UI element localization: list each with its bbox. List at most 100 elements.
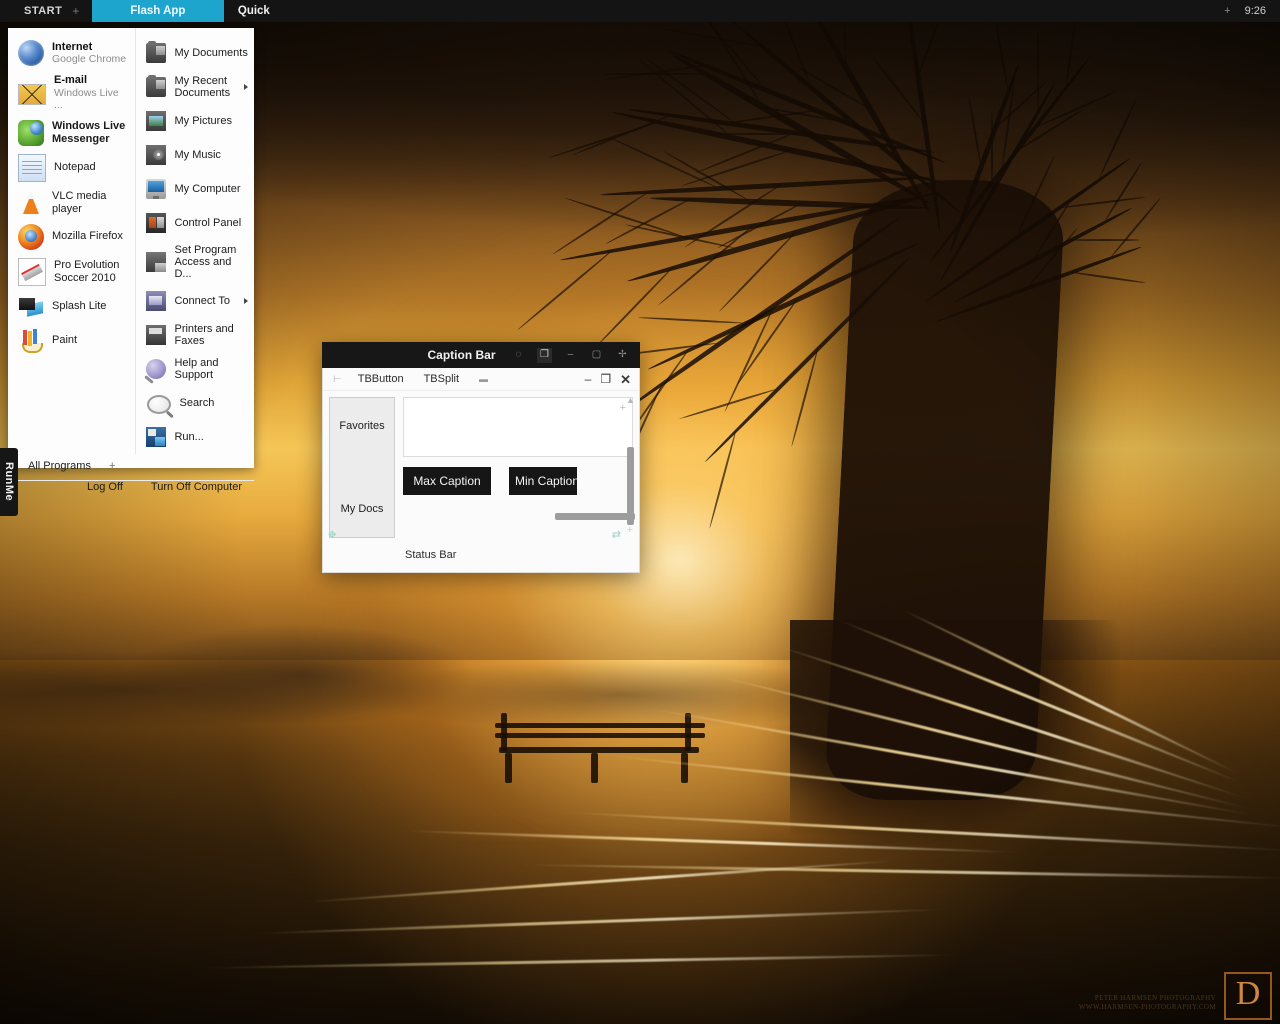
- window-toolbar: ⊢ TBButton TBSplit ▬ – ❐ ✕: [323, 368, 639, 391]
- start-menu-item-splash-lite[interactable]: Splash Lite: [8, 290, 135, 324]
- start-menu-item-my-documents[interactable]: My Documents: [136, 36, 254, 70]
- start-menu-item-label: Run...: [174, 431, 204, 443]
- toolbar-grip-icon[interactable]: ⊢: [327, 374, 348, 385]
- start-menu-item-title: Notepad: [54, 161, 96, 174]
- taskbar-item-quick[interactable]: Quick: [224, 0, 284, 22]
- vertical-scrollbar[interactable]: ▲: [625, 395, 636, 525]
- caption-help-icon[interactable]: ◌: [511, 348, 526, 363]
- music-folder-icon: [146, 145, 167, 165]
- start-menu-item-label: My Computer: [174, 183, 241, 195]
- min-caption-button[interactable]: Min Caption: [509, 467, 577, 495]
- recent-documents-folder-icon: [146, 75, 167, 97]
- status-move-icon[interactable]: ✥: [328, 530, 336, 541]
- status-resize-icon[interactable]: ⇄: [612, 528, 621, 541]
- start-menu-item-title: E-mail: [54, 74, 88, 86]
- start-menu-item-run[interactable]: Run...: [136, 420, 254, 454]
- notepad-icon: [18, 153, 46, 182]
- start-menu-item-search[interactable]: Search: [136, 386, 254, 420]
- start-menu-item-subtitle: Google Chrome: [52, 53, 127, 65]
- start-menu-item-text: Internet Google Chrome: [52, 41, 126, 66]
- caption-restore-icon[interactable]: ❐: [537, 347, 552, 363]
- side-panel-item-my-docs[interactable]: My Docs: [330, 481, 394, 537]
- branch: [1069, 238, 1140, 241]
- caption-minimize-icon[interactable]: –: [563, 348, 578, 363]
- inner-window: ⊢ TBButton TBSplit ▬ – ❐ ✕ Favorites My Do…: [322, 368, 640, 573]
- start-menu-item-internet[interactable]: Internet Google Chrome: [8, 36, 135, 70]
- button-row: Max Caption Min Caption: [403, 467, 633, 495]
- start-menu-item-notepad[interactable]: Notepad: [8, 150, 135, 186]
- taskbar-item-flash-app[interactable]: Flash App: [91, 0, 224, 22]
- log-off-button[interactable]: Log Off: [87, 481, 123, 493]
- branch: [990, 110, 993, 192]
- window-restore-icon[interactable]: ❐: [600, 373, 611, 385]
- start-menu-item-windows-live-messenger[interactable]: Windows Live Messenger: [8, 116, 135, 150]
- scroll-up-arrow-icon[interactable]: ▲: [626, 395, 635, 405]
- splash-icon: [18, 294, 44, 320]
- start-menu-item-pro-evolution-soccer-2010[interactable]: Pro Evolution Soccer 2010: [8, 254, 135, 290]
- taskbar-spacer: [284, 0, 1224, 22]
- status-plus-icon[interactable]: +: [627, 524, 633, 536]
- side-panel: Favorites My Docs: [329, 397, 395, 538]
- caption-maximize-icon[interactable]: ▢: [589, 348, 604, 363]
- start-menu-item-control-panel[interactable]: Control Panel: [136, 206, 254, 240]
- tray-plus-icon[interactable]: +: [1224, 5, 1230, 17]
- start-menu-item-set-program-access-and-d[interactable]: Set Program Access and D...: [136, 240, 254, 284]
- branch: [1036, 31, 1039, 112]
- window-minimize-icon[interactable]: –: [585, 373, 592, 385]
- toolbar-tbbutton[interactable]: TBButton: [348, 373, 414, 385]
- caption-bar[interactable]: Caption Bar ◌ ❐ – ▢ ✢: [322, 342, 640, 368]
- start-menu-item-text: Windows Live Messenger: [52, 120, 129, 145]
- toolbar-tbsplit[interactable]: TBSplit: [414, 373, 469, 385]
- help-support-icon: [146, 359, 167, 379]
- start-menu-columns: Internet Google Chrome E-mail Windows Live …: [8, 28, 254, 454]
- max-caption-button[interactable]: Max Caption: [403, 467, 491, 495]
- start-menu-item-text: E-mail Windows Live ...: [54, 74, 129, 112]
- park-bench: [495, 705, 715, 790]
- start-menu-item-my-computer[interactable]: My Computer: [136, 172, 254, 206]
- start-menu-item-vlc-media-player[interactable]: VLC media player: [8, 186, 135, 220]
- light-streak: [250, 907, 950, 936]
- caption-close-icon[interactable]: ✢: [615, 348, 630, 363]
- start-menu-item-connect-to[interactable]: Connect To: [136, 284, 254, 318]
- start-menu-item-label: Printers and Faxes: [174, 323, 234, 347]
- taskbar: START + Flash App Quick + 9:26: [0, 0, 1280, 22]
- start-menu-item-mozilla-firefox[interactable]: Mozilla Firefox: [8, 220, 135, 254]
- caption-bar-title: Caption Bar: [427, 348, 496, 362]
- start-menu-item-title: VLC media player: [52, 190, 107, 215]
- window-control-buttons: – ❐ ✕: [585, 373, 639, 386]
- all-programs-button[interactable]: All Programs +: [8, 454, 254, 480]
- application-window[interactable]: Caption Bar ◌ ❐ – ▢ ✢ ⊢ TBButton TBSplit ▬ –…: [322, 342, 640, 573]
- toolbar-overflow-icon[interactable]: ▬: [469, 374, 499, 384]
- start-menu-item-title: Paint: [52, 334, 78, 347]
- start-menu-item-printers-and-faxes[interactable]: Printers and Faxes: [136, 318, 254, 352]
- start-button[interactable]: START +: [0, 0, 92, 22]
- taskbar-clock[interactable]: 9:26: [1245, 5, 1266, 17]
- edit-box[interactable]: +: [403, 397, 633, 457]
- side-panel-item-favorites[interactable]: Favorites: [330, 398, 394, 454]
- firefox-icon: [18, 223, 44, 250]
- start-menu-item-paint[interactable]: Paint: [8, 324, 135, 358]
- start-menu-item-e-mail[interactable]: E-mail Windows Live ...: [8, 70, 135, 116]
- turn-off-computer-button[interactable]: Turn Off Computer: [151, 481, 242, 493]
- horizontal-scrollbar-thumb[interactable]: [555, 513, 635, 520]
- start-menu-item-text: Paint: [52, 334, 77, 347]
- vertical-scrollbar-thumb[interactable]: [627, 447, 634, 525]
- photographer-watermark: PETER HARMSEN PHOTOGRAPHY WWW.HARMSEN-PH…: [1079, 972, 1272, 1020]
- start-menu-item-my-recent-documents[interactable]: My Recent Documents: [136, 70, 254, 104]
- start-menu-item-text: VLC media player: [52, 190, 129, 215]
- start-menu-item-help-and-support[interactable]: Help and Support: [136, 352, 254, 386]
- start-menu-item-my-music[interactable]: My Music: [136, 138, 254, 172]
- start-menu-right-column: My Documents My Recent Documents My Pictur…: [135, 28, 254, 454]
- start-menu-item-title: Splash Lite: [52, 300, 107, 313]
- vlc-icon: [18, 190, 44, 216]
- start-menu-left-column: Internet Google Chrome E-mail Windows Live …: [8, 28, 135, 454]
- start-menu-item-label: Control Panel: [174, 217, 242, 229]
- window-body: Favorites My Docs + Max Caption Min Capt…: [323, 391, 639, 546]
- window-close-icon[interactable]: ✕: [620, 373, 631, 386]
- printers-faxes-icon: [146, 325, 167, 345]
- watermark-line-1: PETER HARMSEN PHOTOGRAPHY: [1094, 994, 1216, 1002]
- start-menu-item-my-pictures[interactable]: My Pictures: [136, 104, 254, 138]
- start-menu: Internet Google Chrome E-mail Windows Live …: [8, 28, 254, 493]
- runme-tab[interactable]: RunMe: [0, 448, 18, 516]
- submenu-arrow-icon: [244, 298, 248, 304]
